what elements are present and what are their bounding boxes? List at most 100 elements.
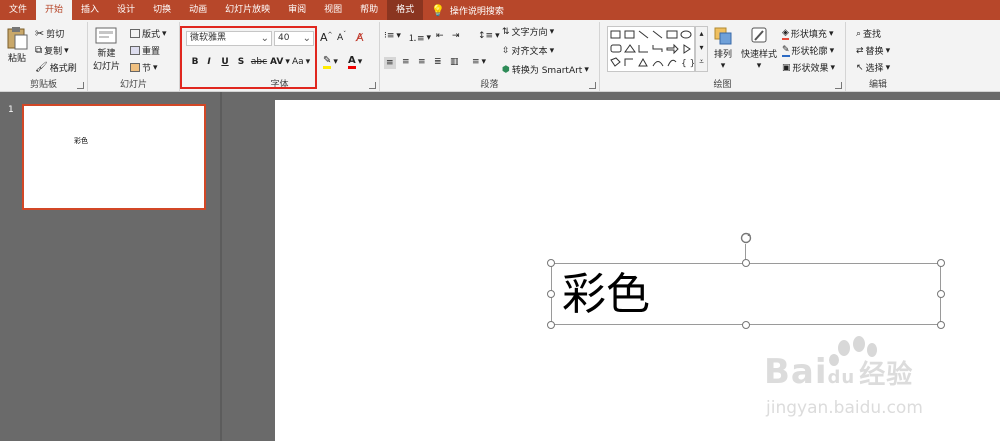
reset-button[interactable]: 重置 — [130, 44, 160, 57]
chevron-down-icon: ▾ — [756, 61, 762, 71]
align-right-button[interactable]: ≡ — [418, 57, 426, 67]
section-button[interactable]: 节 ▾ — [130, 61, 158, 74]
align-left-icon: ≡ — [386, 58, 394, 68]
search-icon: ⌕ — [856, 28, 862, 39]
elbow-arrow-icon — [652, 45, 663, 52]
paint-bucket-icon: ◈ — [782, 27, 789, 40]
paragraph-settings-button[interactable]: ≡ ▾ — [472, 57, 486, 67]
layout-label: 版式 — [142, 30, 161, 40]
tab-3[interactable]: 设计 — [108, 0, 144, 20]
resize-handle-top-right[interactable] — [937, 259, 945, 267]
align-text-button[interactable]: ⇳ 对齐文本 ▾ — [502, 44, 555, 58]
reset-icon — [130, 46, 140, 55]
resize-handle-top[interactable] — [742, 259, 750, 267]
align-center-icon: ≡ — [402, 57, 410, 67]
gallery-more-icon[interactable]: ⩡ — [696, 55, 707, 69]
connector-shape-icon — [624, 58, 633, 66]
bullets-icon: ⁝≡ — [384, 31, 395, 41]
decrease-font-size-button[interactable]: Aˇ — [337, 31, 346, 43]
font-color-button[interactable]: A ▾ — [348, 55, 362, 69]
pen-icon: ✎ — [782, 44, 790, 57]
resize-handle-right[interactable] — [937, 290, 945, 298]
cut-button[interactable]: ✂ 剪切 — [35, 27, 64, 40]
replace-button[interactable]: ⇄ 替换 ▾ — [856, 44, 890, 58]
decrease-indent-button[interactable]: ⇤ — [436, 31, 444, 41]
textbox-shape-icon — [610, 30, 621, 39]
shape-fill-button[interactable]: ◈ 形状填充 ▾ — [782, 27, 833, 40]
numbering-icon: ⒈≡ — [408, 34, 425, 44]
brace-shape-icon: { } — [681, 59, 694, 69]
right-arrow-shape-icon — [666, 43, 679, 55]
grow-font-icon: A^ — [320, 31, 333, 44]
tab-6[interactable]: 幻灯片放映 — [216, 0, 279, 20]
thumbnail-text: 彩色 — [74, 137, 88, 145]
paste-icon — [7, 27, 28, 50]
tell-me-search[interactable]: 💡 操作说明搜索 — [423, 4, 512, 17]
tab-1[interactable]: 开始 — [36, 0, 73, 20]
tab-5[interactable]: 动画 — [180, 0, 216, 20]
resize-handle-left[interactable] — [547, 290, 555, 298]
layout-icon — [130, 29, 140, 38]
resize-handle-bottom-left[interactable] — [547, 321, 555, 329]
align-left-button[interactable]: ≡ — [384, 57, 396, 69]
editing-group: ⌕ 查找 ⇄ 替换 ▾ ↖ 选择 ▾ 编辑 — [846, 22, 910, 92]
tab-8[interactable]: 视图 — [315, 0, 351, 20]
clear-formatting-button[interactable]: A̸ — [356, 31, 364, 44]
numbering-button[interactable]: ⒈≡ ▾ — [408, 31, 431, 45]
indent-icon: ⇥ — [452, 31, 460, 41]
copy-button[interactable]: ⧉ 复制 ▾ — [35, 44, 69, 57]
select-button[interactable]: ↖ 选择 ▾ — [856, 61, 890, 75]
chevron-down-icon: ▾ — [720, 61, 726, 71]
tab-7[interactable]: 审阅 — [279, 0, 315, 20]
justify-button[interactable]: ≣ — [434, 57, 442, 67]
quick-styles-button[interactable]: 快速样式 ▾ — [741, 26, 777, 71]
shapes-gallery-scroll[interactable]: ▴ ▾ ⩡ — [695, 26, 708, 72]
elbow-connector-icon — [638, 45, 648, 53]
highlight-color-button[interactable]: ✎ ▾ — [323, 55, 338, 69]
tab-0[interactable]: 文件 — [0, 0, 36, 20]
arrange-button[interactable]: 排列 ▾ — [713, 26, 733, 71]
align-text-icon: ⇳ — [502, 45, 510, 56]
chevron-down-icon: ▾ — [828, 28, 834, 39]
chevron-up-icon[interactable]: ▴ — [696, 27, 707, 41]
chevron-down-icon: ▾ — [549, 45, 555, 56]
paste-button[interactable]: 粘贴 — [6, 26, 28, 64]
text-direction-button[interactable]: ⇅ 文字方向 ▾ — [502, 25, 554, 39]
shape-effects-button[interactable]: ▣ 形状效果 ▾ — [782, 61, 835, 75]
dialog-launcher-icon[interactable] — [835, 82, 842, 89]
resize-handle-bottom[interactable] — [742, 321, 750, 329]
watermark-brand: Baidu 经验 — [764, 352, 913, 392]
chevron-down-icon[interactable]: ▾ — [696, 41, 707, 55]
new-slide-button[interactable]: 新建 幻灯片 — [93, 26, 120, 72]
shape-outline-button[interactable]: ✎ 形状轮廓 ▾ — [782, 44, 834, 57]
tab-10[interactable]: 格式 — [387, 0, 424, 20]
rotate-handle-icon[interactable] — [740, 232, 752, 244]
dialog-launcher-icon[interactable] — [369, 82, 376, 89]
ribbon: 粘贴 ✂ 剪切 ⧉ 复制 ▾ 🖌 格式刷 剪贴板 新建 幻灯片 版式 ▾ 重置 … — [0, 20, 1000, 92]
tab-9[interactable]: 帮助 — [351, 0, 387, 20]
clipboard-group-label: 剪贴板 — [29, 80, 57, 90]
align-center-button[interactable]: ≡ — [402, 57, 410, 67]
bullets-button[interactable]: ⁝≡ ▾ — [384, 31, 401, 41]
line-spacing-button[interactable]: ↕≡ ▾ — [478, 31, 500, 41]
clipboard-group: 粘贴 ✂ 剪切 ⧉ 复制 ▾ 🖌 格式刷 剪贴板 — [0, 22, 88, 92]
find-button[interactable]: ⌕ 查找 — [856, 27, 881, 41]
format-painter-button[interactable]: 🖌 格式刷 — [35, 61, 77, 74]
dialog-launcher-icon[interactable] — [589, 82, 596, 89]
convert-smartart-button[interactable]: ⬢ 转换为 SmartArt ▾ — [502, 63, 589, 77]
slide-thumbnail[interactable]: 彩色 — [22, 104, 206, 210]
line-spacing-icon: ↕≡ — [478, 31, 494, 41]
dialog-launcher-icon[interactable] — [77, 82, 84, 89]
resize-handle-top-left[interactable] — [547, 259, 555, 267]
increase-indent-button[interactable]: ⇥ — [452, 31, 460, 41]
resize-handle-bottom-right[interactable] — [937, 321, 945, 329]
arrange-icon — [714, 27, 732, 45]
columns-button[interactable]: ▥ — [450, 57, 459, 67]
selected-textbox[interactable]: 彩色 — [551, 263, 941, 325]
tab-4[interactable]: 切换 — [144, 0, 180, 20]
layout-button[interactable]: 版式 ▾ — [130, 27, 167, 40]
textbox-text[interactable]: 彩色 — [562, 268, 650, 322]
tab-2[interactable]: 插入 — [72, 0, 108, 20]
shapes-gallery[interactable]: { } — [607, 26, 695, 72]
increase-font-size-button[interactable]: A^ — [320, 31, 333, 44]
